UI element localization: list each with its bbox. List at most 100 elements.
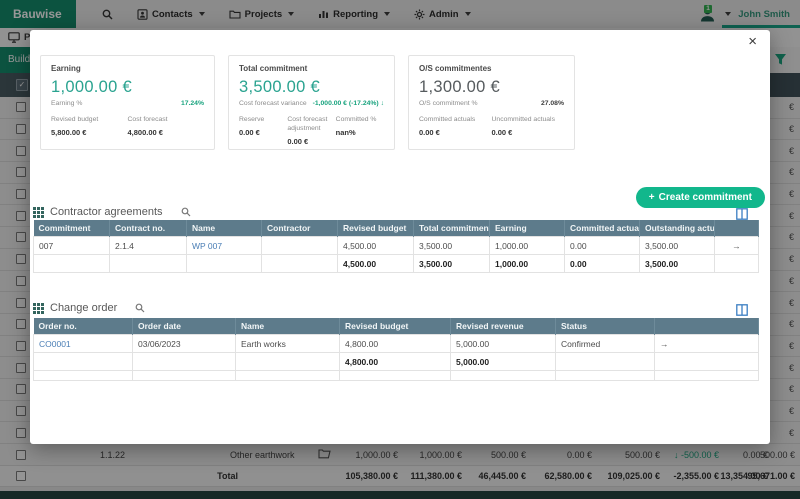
cell: CO0001 — [34, 335, 133, 353]
card-field: Revised budget5,800.00 € — [51, 116, 128, 137]
os-commitments-card: O/S commitmentes 1,300.00 € O/S commitme… — [408, 55, 575, 150]
metric-label: Earning % — [51, 100, 82, 107]
cell: 4,800.00 — [340, 335, 451, 353]
column-header: Status — [556, 318, 655, 335]
column-header: Order date — [133, 318, 236, 335]
section-title: Contractor agreements — [50, 206, 163, 218]
cell: 1,000.00 — [490, 237, 565, 255]
card-field: Committed actuals 0.00 € — [419, 116, 492, 137]
search-icon[interactable] — [135, 303, 145, 313]
column-header: Name — [187, 220, 262, 237]
field-label: Committed % — [336, 116, 379, 125]
field-value: 0.00 € — [492, 128, 560, 137]
row-link[interactable]: WP 007 — [192, 241, 222, 251]
column-header: Commitment — [34, 220, 110, 237]
cell — [340, 371, 451, 381]
close-icon[interactable]: × — [748, 34, 757, 49]
open-row-arrow[interactable]: → — [655, 335, 759, 353]
cell — [34, 371, 133, 381]
cell: 007 — [34, 237, 110, 255]
cell — [556, 371, 655, 381]
section-title: Change order — [50, 302, 117, 314]
cell — [655, 371, 759, 381]
field-value: 4,800.00 € — [128, 128, 200, 137]
open-row-arrow[interactable]: → — [715, 237, 759, 255]
card-title: Total commitment — [239, 64, 384, 73]
column-header — [715, 220, 759, 237]
plus-icon: + — [649, 192, 655, 203]
field-label: Cost forecast — [128, 116, 200, 125]
cell — [262, 237, 338, 255]
create-commitment-button[interactable]: + Create commitment — [636, 187, 765, 208]
card-amount: 1,300.00 € — [419, 78, 564, 97]
card-field: Cost forecast adjustment 0.00 € — [287, 116, 335, 146]
field-label: Reserve — [239, 116, 282, 125]
change-order-table: Order no.Order dateNameRevised budgetRev… — [33, 318, 759, 381]
total-cell — [34, 353, 133, 371]
cell: Confirmed — [556, 335, 655, 353]
grid-icon — [33, 207, 44, 218]
total-cell: 5,000.00 — [451, 353, 556, 371]
cell: WP 007 — [187, 237, 262, 255]
total-cell: 3,500.00 — [414, 255, 490, 273]
total-cell — [133, 353, 236, 371]
cell: 5,000.00 — [451, 335, 556, 353]
field-value: nan% — [336, 128, 379, 137]
grid-icon — [33, 303, 44, 314]
total-cell: 4,500.00 — [338, 255, 414, 273]
column-header: Contractor — [262, 220, 338, 237]
commitments-modal: × Earning 1,000.00 € Earning % 17.24% Re… — [30, 30, 770, 444]
column-header: Name — [236, 318, 340, 335]
column-header: Revised budget — [338, 220, 414, 237]
empty-row — [34, 371, 759, 381]
total-cell — [556, 353, 655, 371]
column-header: Total commitment — [414, 220, 490, 237]
metric-label: O/S commitment % — [419, 100, 478, 107]
cell: 2.1.4 — [110, 237, 187, 255]
metric-label: Cost forecast variance — [239, 100, 307, 107]
field-value: 5,800.00 € — [51, 128, 123, 137]
column-header: Earning — [490, 220, 565, 237]
cell — [236, 371, 340, 381]
metric-value: 27.08% — [541, 100, 564, 107]
cell: 3,500.00 — [640, 237, 715, 255]
table-row: 0072.1.4WP 0074,500.003,500.001,000.000.… — [34, 237, 759, 255]
field-value: 0.00 € — [419, 128, 487, 137]
total-cell — [187, 255, 262, 273]
card-title: O/S commitmentes — [419, 64, 564, 73]
cell: 0.00 — [565, 237, 640, 255]
earning-card: Earning 1,000.00 € Earning % 17.24% Revi… — [40, 55, 215, 150]
change-order-header: Change order — [33, 302, 145, 314]
table-row: CO000103/06/2023Earth works4,800.005,000… — [34, 335, 759, 353]
total-cell: 1,000.00 — [490, 255, 565, 273]
cell: 3,500.00 — [414, 237, 490, 255]
row-link[interactable]: CO0001 — [39, 339, 71, 349]
search-icon[interactable] — [181, 207, 191, 217]
field-label: Cost forecast adjustment — [287, 116, 330, 134]
cell: 4,500.00 — [338, 237, 414, 255]
cell: 03/06/2023 — [133, 335, 236, 353]
field-label: Committed actuals — [419, 116, 487, 125]
column-header: Outstanding actuals — [640, 220, 715, 237]
total-cell: 0.00 — [565, 255, 640, 273]
card-field: Cost forecast 4,800.00 € — [128, 116, 205, 137]
total-cell — [34, 255, 110, 273]
field-label: Uncommitted actuals — [492, 116, 560, 125]
field-value: 0.00 € — [239, 128, 282, 137]
contractor-agreements-header: Contractor agreements — [33, 206, 191, 218]
cell — [133, 371, 236, 381]
total-commitment-card: Total commitment 3,500.00 € Cost forecas… — [228, 55, 395, 150]
columns-icon[interactable] — [736, 304, 748, 316]
field-value: 0.00 € — [287, 137, 330, 146]
total-cell — [110, 255, 187, 273]
column-header: Contract no. — [110, 220, 187, 237]
total-cell: 3,500.00 — [640, 255, 715, 273]
columns-icon[interactable] — [736, 208, 748, 220]
total-cell: 4,800.00 — [340, 353, 451, 371]
total-cell — [262, 255, 338, 273]
cell — [451, 371, 556, 381]
totals-row: 4,500.003,500.001,000.000.003,500.00 — [34, 255, 759, 273]
column-header: Revised revenue — [451, 318, 556, 335]
metric-value: 17.24% — [181, 100, 204, 107]
total-cell — [715, 255, 759, 273]
